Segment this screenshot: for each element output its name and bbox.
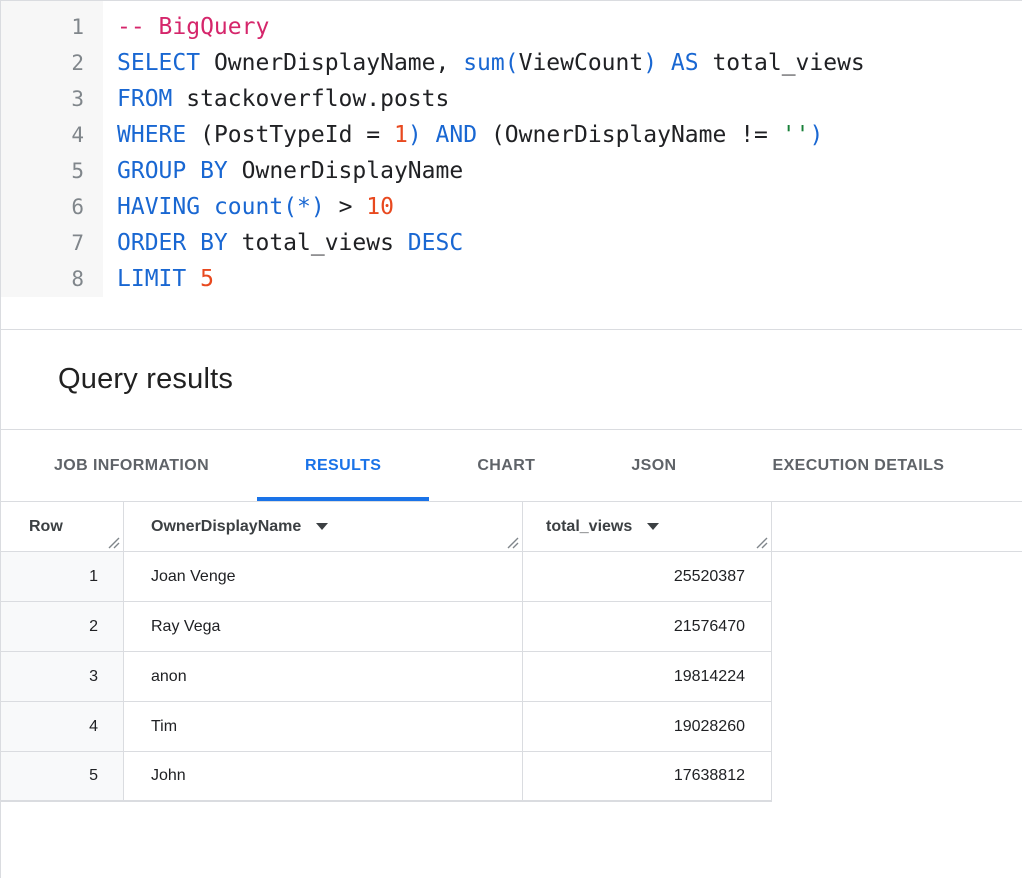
- line-number: 4: [1, 117, 84, 153]
- empty-cell: [772, 752, 1022, 802]
- page-title: Query results: [58, 363, 233, 396]
- code-token-plain: (PostTypeId =: [186, 122, 394, 148]
- empty-cell: [772, 652, 1022, 702]
- table-row: 3anon19814224: [1, 652, 1022, 702]
- empty-cell: [772, 702, 1022, 752]
- column-resize-handle-icon[interactable]: [107, 536, 120, 549]
- results-tab-bar: JOB INFORMATIONRESULTSCHARTJSONEXECUTION…: [1, 430, 1022, 502]
- code-token-keyword: SELECT: [117, 50, 200, 76]
- tab-execution-details[interactable]: EXECUTION DETAILS: [725, 430, 993, 501]
- code-token-plain: [200, 194, 214, 220]
- query-results-header: Query results: [1, 330, 1022, 430]
- table-row: 5John17638812: [1, 752, 1022, 802]
- code-token-keyword: LIMIT: [117, 266, 186, 292]
- code-token-keyword: count(*): [214, 194, 325, 220]
- code-line: -- BigQuery: [117, 9, 1022, 45]
- code-token-string: '': [782, 122, 810, 148]
- row-number-cell: 4: [1, 702, 124, 752]
- row-number-cell: 5: [1, 752, 124, 802]
- empty-cell: [772, 602, 1022, 652]
- total-views-cell: 25520387: [523, 552, 772, 602]
- empty-cell: [772, 552, 1022, 602]
- column-menu-arrow-icon[interactable]: [316, 523, 328, 530]
- line-number: 3: [1, 81, 84, 117]
- line-number: 2: [1, 45, 84, 81]
- owner-display-name-cell: John: [124, 752, 523, 802]
- code-line: SELECT OwnerDisplayName, sum(ViewCount) …: [117, 45, 1022, 81]
- line-number: 6: [1, 189, 84, 225]
- code-token-keyword: ) AS: [643, 50, 698, 76]
- column-header-row: Row: [1, 502, 124, 552]
- code-line: WHERE (PostTypeId = 1) AND (OwnerDisplay…: [117, 117, 1022, 153]
- code-line: LIMIT 5: [117, 261, 1022, 297]
- code-token-keyword: ): [408, 122, 422, 148]
- bigquery-results-panel: 12345678 -- BigQuerySELECT OwnerDisplayN…: [0, 0, 1022, 878]
- total-views-cell: 19028260: [523, 702, 772, 752]
- code-line: FROM stackoverflow.posts: [117, 81, 1022, 117]
- code-token-comment: -- BigQuery: [117, 14, 269, 40]
- code-line: ORDER BY total_views DESC: [117, 225, 1022, 261]
- code-token-keyword: GROUP BY: [117, 158, 228, 184]
- total-views-cell: 17638812: [523, 752, 772, 802]
- code-token-keyword: FROM: [117, 86, 172, 112]
- code-token-keyword: DESC: [408, 230, 463, 256]
- column-header-label: total_views: [546, 518, 632, 536]
- total-views-cell: 19814224: [523, 652, 772, 702]
- code-line: HAVING count(*) > 10: [117, 189, 1022, 225]
- code-token-plain: stackoverflow.posts: [172, 86, 449, 112]
- sql-editor[interactable]: 12345678 -- BigQuerySELECT OwnerDisplayN…: [1, 1, 1022, 330]
- code-token-keyword: HAVING: [117, 194, 200, 220]
- results-table: Row OwnerDisplayName total_views 1Joan Veng…: [1, 502, 1022, 802]
- column-header-label: OwnerDisplayName: [151, 518, 301, 536]
- code-line: GROUP BY OwnerDisplayName: [117, 153, 1022, 189]
- code-token-plain: [422, 122, 436, 148]
- code-token-plain: [186, 266, 200, 292]
- code-token-number: 5: [200, 266, 214, 292]
- column-resize-handle-icon[interactable]: [506, 536, 519, 549]
- column-resize-handle-icon[interactable]: [755, 536, 768, 549]
- line-number: 5: [1, 153, 84, 189]
- code-token-plain: OwnerDisplayName,: [200, 50, 463, 76]
- table-row: 4Tim19028260: [1, 702, 1022, 752]
- total-views-cell: 21576470: [523, 602, 772, 652]
- code-token-keyword: AND: [436, 122, 478, 148]
- sql-code-area[interactable]: -- BigQuery SELECT OwnerDisplayName, sum(…: [103, 1, 1022, 297]
- column-header-empty: [772, 502, 1022, 552]
- tab-job-information[interactable]: JOB INFORMATION: [6, 430, 257, 501]
- code-token-plain: OwnerDisplayName: [228, 158, 463, 184]
- code-token-keyword: sum(: [463, 50, 518, 76]
- code-token-keyword: WHERE: [117, 122, 186, 148]
- column-menu-arrow-icon[interactable]: [647, 523, 659, 530]
- owner-display-name-cell: Joan Venge: [124, 552, 523, 602]
- code-token-plain: >: [325, 194, 367, 220]
- tab-chart[interactable]: CHART: [429, 430, 583, 501]
- owner-display-name-cell: anon: [124, 652, 523, 702]
- row-number-cell: 2: [1, 602, 124, 652]
- column-header-label: Row: [29, 518, 63, 536]
- code-token-number: 1: [394, 122, 408, 148]
- code-token-plain: ViewCount: [519, 50, 644, 76]
- table-header-row: Row OwnerDisplayName total_views: [1, 502, 1022, 552]
- line-number: 1: [1, 9, 84, 45]
- table-row: 2Ray Vega21576470: [1, 602, 1022, 652]
- line-number-gutter: 12345678: [1, 1, 103, 297]
- tab-results[interactable]: RESULTS: [257, 430, 429, 501]
- code-token-plain: total_views: [699, 50, 865, 76]
- line-number: 7: [1, 225, 84, 261]
- code-token-plain: (OwnerDisplayName !=: [477, 122, 782, 148]
- table-row: 1Joan Venge25520387: [1, 552, 1022, 602]
- code-token-plain: total_views: [228, 230, 408, 256]
- row-number-cell: 3: [1, 652, 124, 702]
- owner-display-name-cell: Ray Vega: [124, 602, 523, 652]
- code-token-number: 10: [366, 194, 394, 220]
- tab-json[interactable]: JSON: [583, 430, 724, 501]
- owner-display-name-cell: Tim: [124, 702, 523, 752]
- code-token-keyword: ORDER BY: [117, 230, 228, 256]
- line-number: 8: [1, 261, 84, 297]
- column-header-total_views: total_views: [523, 502, 772, 552]
- code-token-keyword: ): [809, 122, 823, 148]
- row-number-cell: 1: [1, 552, 124, 602]
- column-header-ownerdisplayname: OwnerDisplayName: [124, 502, 523, 552]
